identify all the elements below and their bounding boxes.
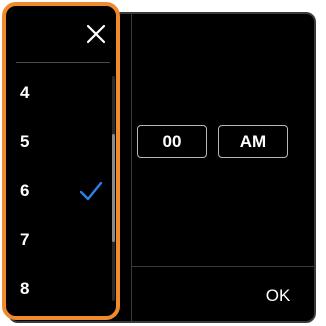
hour-option-7[interactable]: 7 (6, 222, 112, 258)
hour-option-6[interactable]: 6 (6, 173, 112, 209)
picker-scrollbar-thumb[interactable] (112, 134, 115, 242)
hour-label: 6 (20, 181, 30, 200)
ampm-field[interactable]: AM (218, 125, 288, 158)
checkmark-icon (79, 180, 103, 202)
close-icon[interactable] (84, 22, 108, 46)
minute-field[interactable]: 00 (137, 125, 207, 158)
hour-label: 4 (20, 83, 30, 102)
action-divider (131, 266, 314, 267)
hour-label: 5 (20, 132, 30, 151)
ok-button[interactable]: OK (258, 282, 298, 310)
picker-header-divider (16, 62, 110, 63)
hour-label: 8 (20, 279, 30, 298)
screen: 00 AM OK 4 5 6 7 8 (0, 0, 326, 326)
hour-picker-dropdown: 4 5 6 7 8 (2, 2, 120, 320)
minute-value: 00 (162, 131, 182, 151)
hour-label: 7 (20, 230, 30, 249)
hour-option-5[interactable]: 5 (6, 124, 112, 160)
hour-option-8[interactable]: 8 (6, 271, 112, 307)
hour-option-4[interactable]: 4 (6, 75, 112, 111)
pane-divider (131, 14, 132, 321)
ok-label: OK (265, 286, 291, 305)
ampm-value: AM (239, 131, 267, 151)
